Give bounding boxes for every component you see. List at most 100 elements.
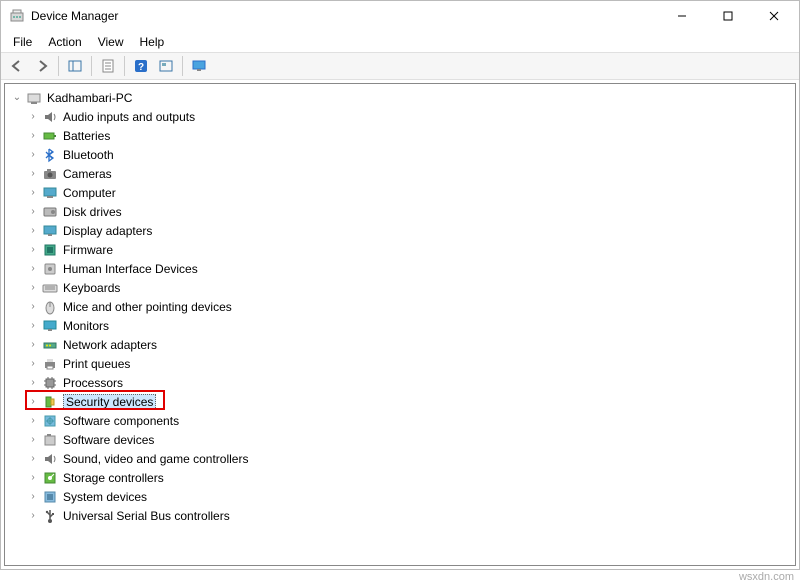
toolbar-separator — [124, 56, 125, 76]
show-hide-tree-button[interactable] — [63, 54, 87, 78]
category-label: Monitors — [63, 319, 109, 333]
category-icon — [41, 489, 59, 505]
tree-item[interactable]: › Mice and other pointing devices — [5, 297, 795, 316]
expand-icon[interactable]: › — [27, 396, 39, 408]
expand-icon[interactable]: › — [27, 282, 39, 294]
devices-display-button[interactable] — [187, 54, 211, 78]
category-icon — [41, 337, 59, 353]
expand-icon[interactable]: › — [27, 168, 39, 180]
window-controls — [659, 1, 797, 31]
device-manager-window: Device Manager File Action View Help ? ⌄… — [0, 0, 800, 570]
expand-icon[interactable]: › — [27, 225, 39, 237]
tree-item[interactable]: › System devices — [5, 487, 795, 506]
tree-item[interactable]: ›Print queues — [5, 354, 795, 373]
expand-icon[interactable]: › — [27, 491, 39, 503]
category-icon — [41, 413, 59, 429]
expand-icon[interactable]: › — [27, 453, 39, 465]
tree-item[interactable]: ›Display adapters — [5, 221, 795, 240]
expand-icon[interactable]: › — [27, 415, 39, 427]
tree-item[interactable]: ›Cameras — [5, 164, 795, 183]
titlebar: Device Manager — [1, 1, 799, 31]
category-icon — [41, 394, 59, 410]
tree-item[interactable]: › Software devices — [5, 430, 795, 449]
toolbar-separator — [58, 56, 59, 76]
tree-item[interactable]: › Monitors — [5, 316, 795, 335]
collapse-icon[interactable]: ⌄ — [11, 92, 23, 104]
expand-icon[interactable]: › — [27, 320, 39, 332]
category-icon — [41, 223, 59, 239]
category-label: Storage controllers — [63, 471, 164, 485]
expand-icon[interactable]: › — [27, 434, 39, 446]
tree-item[interactable]: ›Sound, video and game controllers — [5, 449, 795, 468]
category-icon — [41, 451, 59, 467]
expand-icon[interactable]: › — [27, 472, 39, 484]
computer-icon — [25, 90, 43, 106]
minimize-button[interactable] — [659, 1, 705, 31]
tree-root[interactable]: ⌄ Kadhambari-PC — [5, 88, 795, 107]
tree-item[interactable]: › Processors — [5, 373, 795, 392]
expand-icon[interactable]: › — [27, 263, 39, 275]
menu-file[interactable]: File — [5, 33, 40, 51]
category-icon — [41, 128, 59, 144]
close-button[interactable] — [751, 1, 797, 31]
expand-icon[interactable]: › — [27, 111, 39, 123]
tree-item[interactable]: › Human Interface Devices — [5, 259, 795, 278]
expand-icon[interactable]: › — [27, 206, 39, 218]
back-button[interactable] — [5, 54, 29, 78]
expand-icon[interactable]: › — [27, 149, 39, 161]
tree-item[interactable]: ›Computer — [5, 183, 795, 202]
category-label: Mice and other pointing devices — [63, 300, 232, 314]
category-label: Batteries — [63, 129, 110, 143]
category-label: Bluetooth — [63, 148, 114, 162]
category-icon — [41, 432, 59, 448]
category-label: Processors — [63, 376, 123, 390]
category-icon — [41, 147, 59, 163]
expand-icon[interactable]: › — [27, 377, 39, 389]
expand-icon[interactable]: › — [27, 358, 39, 370]
category-label: Keyboards — [63, 281, 120, 295]
forward-button[interactable] — [30, 54, 54, 78]
menu-view[interactable]: View — [90, 33, 132, 51]
tree-item[interactable]: ›Firmware — [5, 240, 795, 259]
maximize-button[interactable] — [705, 1, 751, 31]
menu-action[interactable]: Action — [40, 33, 89, 51]
category-icon — [41, 375, 59, 391]
category-label: System devices — [63, 490, 147, 504]
category-label: Disk drives — [63, 205, 122, 219]
help-button[interactable]: ? — [129, 54, 153, 78]
expand-icon[interactable]: › — [27, 339, 39, 351]
toolbar-separator — [182, 56, 183, 76]
svg-text:?: ? — [138, 62, 144, 73]
category-icon — [41, 356, 59, 372]
expand-icon[interactable]: › — [27, 510, 39, 522]
tree-item[interactable]: › Network adapters — [5, 335, 795, 354]
tree-item[interactable]: › Batteries — [5, 126, 795, 145]
tree-item[interactable]: › Keyboards — [5, 278, 795, 297]
tree-item[interactable]: › Disk drives — [5, 202, 795, 221]
watermark-text: wsxdn.com — [739, 571, 794, 583]
expand-icon[interactable]: › — [27, 301, 39, 313]
category-icon — [41, 242, 59, 258]
tree-item[interactable]: › Audio inputs and outputs — [5, 107, 795, 126]
toolbar: ? — [1, 52, 799, 80]
category-label: Audio inputs and outputs — [63, 110, 195, 124]
root-label: Kadhambari-PC — [47, 91, 132, 105]
scan-hardware-button[interactable] — [154, 54, 178, 78]
properties-button[interactable] — [96, 54, 120, 78]
category-icon — [41, 185, 59, 201]
category-label: Human Interface Devices — [63, 262, 198, 276]
tree-item[interactable]: › Bluetooth — [5, 145, 795, 164]
category-icon — [41, 508, 59, 524]
category-label: Network adapters — [63, 338, 157, 352]
tree-view[interactable]: ⌄Kadhambari-PC›Audio inputs and outputs›… — [4, 83, 796, 566]
expand-icon[interactable]: › — [27, 187, 39, 199]
category-label: Software devices — [63, 433, 154, 447]
expand-icon[interactable]: › — [27, 130, 39, 142]
tree-item[interactable]: ›Security devices — [5, 392, 795, 411]
tree-item[interactable]: ›Universal Serial Bus controllers — [5, 506, 795, 525]
expand-icon[interactable]: › — [27, 244, 39, 256]
tree-item[interactable]: ›Software components — [5, 411, 795, 430]
tree-item[interactable]: › Storage controllers — [5, 468, 795, 487]
menu-help[interactable]: Help — [132, 33, 173, 51]
category-icon — [41, 299, 59, 315]
